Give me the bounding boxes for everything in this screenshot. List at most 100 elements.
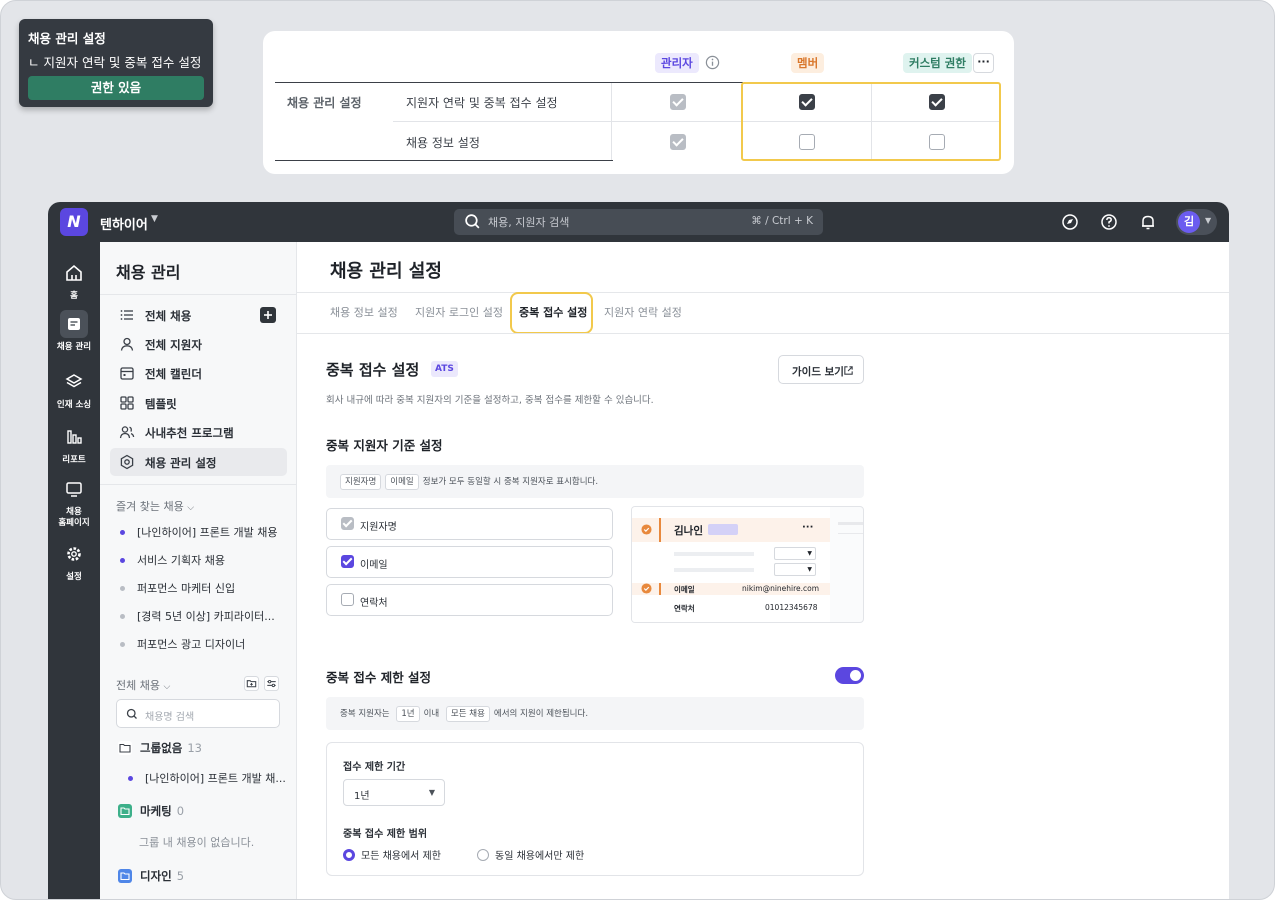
preview-phone: 01012345678 [765,603,818,612]
preview-tag [708,524,738,535]
user-avatar[interactable]: 김 ▼ [1176,209,1217,235]
preview-select: ▼ [774,547,816,560]
option-label: 지원자명 [360,522,397,533]
job-search-input[interactable]: 채용명 검색 [116,699,280,728]
favorites-header[interactable]: 즐겨 찾는 채용 ⌵ [116,498,194,514]
sidebar-item-templates[interactable]: 템플릿 [110,389,287,417]
folder-icon [118,868,132,883]
filter-icon[interactable] [264,676,279,691]
preview-email: nikim@ninehire.com [742,584,820,593]
search-icon [465,214,480,229]
skeleton-line [674,568,754,572]
divider [297,292,1229,293]
favorite-item[interactable]: 퍼포먼스 광고 디자이너 [120,636,245,652]
tooltip-item: ㄴ 지원자 연락 및 중복 접수 설정 [28,55,202,70]
chevron-down-icon[interactable]: ▼ [151,214,158,224]
chevron-down-icon: ▼ [1205,216,1212,225]
chevron-down-icon: ⌵ [187,503,195,513]
add-job-icon[interactable] [260,307,276,323]
sidebar-item-calendar[interactable]: 전체 캘린더 [110,359,287,387]
group-divider [275,160,393,161]
sidebar-item-recruit-settings[interactable]: 채용 관리 설정 [110,448,287,476]
info-icon[interactable] [705,55,720,70]
group-name: 그룹없음 [140,741,183,755]
limit-toggle[interactable] [835,667,864,684]
rail-label: 설정 [66,572,82,582]
rail-label: 채용 관리 [56,342,92,352]
radio-all-jobs[interactable]: 모든 채용에서 제한 [343,847,441,862]
checkbox[interactable] [341,593,354,606]
list-icon [120,310,133,320]
rail-item-home[interactable]: 홈 [48,259,100,302]
row-divider-2 [393,160,613,161]
rail-item-homepage[interactable]: 채용 홈페이지 [48,475,100,529]
rail-label: 채용 홈페이지 [58,507,90,528]
row-label: 채용 정보 설정 [406,136,480,150]
info-text: 정보가 모두 동일할 시 중복 지원자로 표시합니다. [422,477,599,487]
folder-icon [118,803,132,818]
sidebar-divider [100,294,297,295]
option-name[interactable]: 지원자명 [326,508,613,540]
tab-login[interactable]: 지원자 로그인 설정 [415,304,503,320]
skeleton-line [674,552,754,556]
avatar: 김 [1178,211,1200,233]
rail-item-sourcing[interactable]: 인재 소싱 [48,368,100,411]
accent-bar [659,583,661,595]
preview-select: ▼ [774,563,816,576]
radio-label: 모든 채용에서 제한 [361,851,441,862]
help-icon[interactable] [1100,213,1118,231]
app-logo[interactable]: N [60,208,88,236]
bell-icon[interactable] [1139,213,1157,231]
radio-same-job[interactable]: 동일 채용에서만 제한 [477,847,584,862]
highlight-box [741,82,1001,161]
period-select[interactable]: 1년 ▼ [343,779,445,806]
sidebar-item-label: 전체 채용 [145,309,192,323]
group-job-item[interactable]: [나인하이어] 프론트 개발 채... [128,770,286,786]
tab-contact[interactable]: 지원자 연락 설정 [604,304,682,320]
chevron-down-icon: ⌵ [163,682,171,692]
rail-label: 인재 소싱 [56,400,92,410]
tab-job-info[interactable]: 채용 정보 설정 [330,304,398,320]
group-marketing[interactable]: 마케팅 0 [118,803,184,819]
empty-group-text: 그룹 내 채용이 없습니다. [139,836,255,849]
option-label: 이메일 [360,560,388,571]
radio-icon [343,849,355,861]
all-jobs-header[interactable]: 전체 채용 ⌵ [116,677,170,693]
page-title: 채용 관리 설정 [330,261,442,282]
chevron-down-icon: ▼ [428,788,435,797]
sidebar-item-referral[interactable]: 사내추천 프로그램 [110,418,287,446]
new-folder-icon[interactable] [244,676,259,691]
permission-tooltip: 채용 관리 설정 ㄴ 지원자 연락 및 중복 접수 설정 권한 있음 [19,19,213,107]
favorite-item[interactable]: 서비스 기획자 채용 [120,552,225,568]
chat-icon[interactable] [1061,213,1079,231]
sidebar: 채용 관리 전체 채용 전체 지원자 전체 캘린더 템플릿 사내추천 프로그램 … [100,242,297,899]
rail-item-report[interactable]: 리포트 [48,423,100,466]
option-email[interactable]: 이메일 [326,546,613,578]
preview-name: 김나인 [674,525,703,537]
report-icon [67,430,82,444]
sidebar-item-all-applicants[interactable]: 전체 지원자 [110,330,287,358]
header-divider [275,82,743,83]
checkbox[interactable] [341,517,354,530]
group-design[interactable]: 디자인 5 [118,868,184,884]
more-button[interactable]: ··· [973,53,994,73]
sidebar-divider [100,484,297,485]
chip: 이메일 [385,474,419,490]
chip: 지원자명 [340,474,382,490]
favorite-item[interactable]: [경력 5년 이상] 카피라이터... [120,608,275,624]
checkbox[interactable] [341,555,354,568]
favorite-item[interactable]: [나인하이어] 프론트 개발 채용 [120,524,278,540]
chip: 모든 채용 [445,706,490,722]
group-count: 13 [187,741,202,755]
global-search[interactable]: 채용, 지원자 검색 ⌘ / Ctrl + K [454,209,823,235]
rail-item-settings[interactable]: 설정 [48,540,100,583]
section-title: 중복 접수 설정 [326,361,420,379]
workspace-name[interactable]: 텐하이어 [100,214,148,233]
favorite-item[interactable]: 퍼포먼스 마케터 신입 [120,580,235,596]
guide-button[interactable]: 가이드 보기 [778,355,864,384]
scope-label: 중복 접수 제한 범위 [343,829,428,840]
sidebar-item-all-jobs[interactable]: 전체 채용 [110,301,287,329]
group-none[interactable]: 그룹없음 13 [118,740,202,756]
rail-item-recruit[interactable]: 채용 관리 [48,310,100,353]
option-phone[interactable]: 연락처 [326,584,613,616]
